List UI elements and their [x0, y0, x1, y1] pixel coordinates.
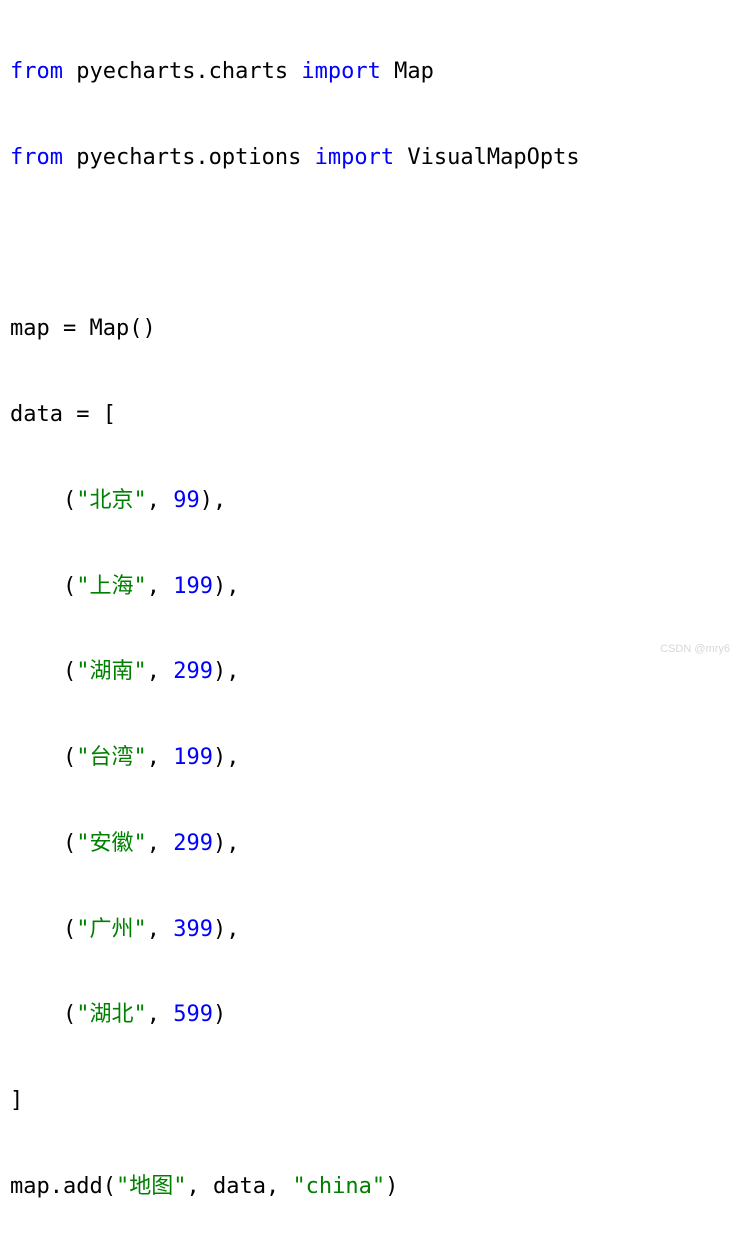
- keyword-import: import: [301, 59, 380, 84]
- string-literal: "安徽": [76, 831, 147, 856]
- number-literal: 399: [173, 917, 213, 942]
- code-text: ,: [147, 1002, 174, 1027]
- code-text: ),: [200, 488, 227, 513]
- code-text: , data,: [186, 1174, 292, 1199]
- code-text: ),: [213, 745, 240, 770]
- code-block: from pyecharts.charts import Map from py…: [10, 8, 734, 1252]
- code-text: map.add(: [10, 1174, 116, 1199]
- code-line-11: ("广州", 399),: [10, 909, 734, 952]
- code-line-1: from pyecharts.charts import Map: [10, 51, 734, 94]
- code-line-3: [10, 222, 734, 265]
- code-text: (: [10, 659, 76, 684]
- code-text: ,: [147, 488, 174, 513]
- code-text: map = Map(): [10, 316, 156, 341]
- code-text: data = [: [10, 402, 116, 427]
- code-text: (: [10, 917, 76, 942]
- code-text: ,: [147, 917, 174, 942]
- code-text: (: [10, 488, 76, 513]
- string-literal: "湖北": [76, 1002, 147, 1027]
- code-line-9: ("台湾", 199),: [10, 737, 734, 780]
- code-text: ]: [10, 1088, 23, 1113]
- string-literal: "china": [292, 1174, 385, 1199]
- string-literal: "广州": [76, 917, 147, 942]
- code-text: ,: [147, 574, 174, 599]
- code-line-4: map = Map(): [10, 308, 734, 351]
- code-line-2: from pyecharts.options import VisualMapO…: [10, 137, 734, 180]
- code-text: ): [213, 1002, 226, 1027]
- watermark: CSDN @mry6: [660, 639, 730, 660]
- number-literal: 299: [173, 659, 213, 684]
- keyword-from: from: [10, 59, 63, 84]
- string-literal: "台湾": [76, 745, 147, 770]
- code-text: (: [10, 1002, 76, 1027]
- code-line-5: data = [: [10, 394, 734, 437]
- code-text: ,: [147, 659, 174, 684]
- code-text: Map: [381, 59, 434, 84]
- code-text: (: [10, 745, 76, 770]
- code-line-10: ("安徽", 299),: [10, 823, 734, 866]
- number-literal: 199: [173, 574, 213, 599]
- number-literal: 99: [173, 488, 200, 513]
- number-literal: 599: [173, 1002, 213, 1027]
- number-literal: 199: [173, 745, 213, 770]
- code-text: ),: [213, 659, 240, 684]
- code-text: ),: [213, 917, 240, 942]
- code-text: ,: [147, 745, 174, 770]
- code-line-13: ]: [10, 1080, 734, 1123]
- code-text: ,: [147, 831, 174, 856]
- code-text: pyecharts.options: [63, 145, 315, 170]
- code-text: VisualMapOpts: [394, 145, 579, 170]
- code-line-12: ("湖北", 599): [10, 994, 734, 1037]
- code-text: pyecharts.charts: [63, 59, 301, 84]
- code-text: (: [10, 831, 76, 856]
- string-literal: "北京": [76, 488, 147, 513]
- string-literal: "湖南": [76, 659, 147, 684]
- code-line-14: map.add("地图", data, "china"): [10, 1166, 734, 1209]
- code-text: ),: [213, 574, 240, 599]
- code-text: (: [10, 574, 76, 599]
- code-line-7: ("上海", 199),: [10, 566, 734, 609]
- keyword-import: import: [315, 145, 394, 170]
- number-literal: 299: [173, 831, 213, 856]
- code-line-6: ("北京", 99),: [10, 480, 734, 523]
- string-literal: "地图": [116, 1174, 187, 1199]
- code-text: ),: [213, 831, 240, 856]
- keyword-from: from: [10, 145, 63, 170]
- code-line-8: ("湖南", 299),: [10, 651, 734, 694]
- string-literal: "上海": [76, 574, 147, 599]
- code-text: ): [385, 1174, 398, 1199]
